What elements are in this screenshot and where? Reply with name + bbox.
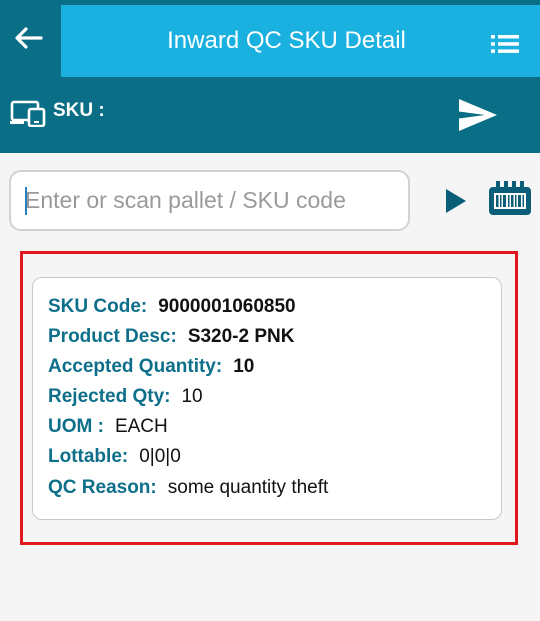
lottable-row: Lottable: 0|0|0	[48, 446, 181, 468]
send-button[interactable]	[455, 95, 501, 135]
product-desc-label: Product Desc:	[48, 326, 177, 347]
uom-label: UOM :	[48, 416, 104, 437]
qc-reason-value: some quantity theft	[167, 477, 329, 498]
play-button[interactable]	[444, 188, 468, 214]
barcode-scanner-icon	[489, 181, 531, 215]
app-bar: Inward QC SKU Detail	[0, 0, 540, 77]
barcode-scan-button[interactable]	[487, 179, 533, 219]
devices-icon	[10, 100, 46, 127]
rejected-qty-value: 10	[181, 386, 203, 407]
qc-reason-label: QC Reason:	[48, 477, 157, 498]
sku-code-value: 9000001060850	[158, 296, 296, 317]
product-desc-value: S320-2 PNK	[187, 326, 295, 347]
sku-bar: SKU :	[0, 77, 540, 153]
product-desc-row: Product Desc: S320-2 PNK	[48, 326, 294, 348]
lottable-value: 0|0|0	[139, 446, 181, 467]
rejected-qty-label: Rejected Qty:	[48, 386, 171, 407]
sku-code-label: SKU Code:	[48, 296, 148, 317]
list-icon	[491, 35, 519, 53]
accepted-qty-value: 10	[233, 356, 255, 377]
pallet-sku-search-input[interactable]	[9, 170, 410, 231]
menu-button[interactable]	[488, 27, 522, 61]
back-button[interactable]	[8, 18, 48, 58]
title-panel: Inward QC SKU Detail	[61, 5, 540, 77]
page-title: Inward QC SKU Detail	[167, 27, 406, 54]
accepted-qty-row: Accepted Quantity: 10	[48, 356, 254, 378]
qc-reason-row: QC Reason: some quantity theft	[48, 477, 328, 499]
text-cursor	[25, 187, 27, 215]
sku-detail-card: SKU Code: 9000001060850 Product Desc: S320…	[32, 277, 502, 520]
uom-row: UOM : EACH	[48, 416, 168, 438]
sku-label: SKU :	[53, 100, 105, 121]
accepted-qty-label: Accepted Quantity:	[48, 356, 223, 377]
rejected-qty-row: Rejected Qty: 10	[48, 386, 203, 408]
arrow-left-icon	[15, 27, 43, 49]
play-icon	[446, 189, 466, 213]
sku-code-row: SKU Code: 9000001060850	[48, 296, 296, 318]
send-icon	[459, 99, 497, 131]
uom-value: EACH	[114, 416, 168, 437]
lottable-label: Lottable:	[48, 446, 129, 467]
